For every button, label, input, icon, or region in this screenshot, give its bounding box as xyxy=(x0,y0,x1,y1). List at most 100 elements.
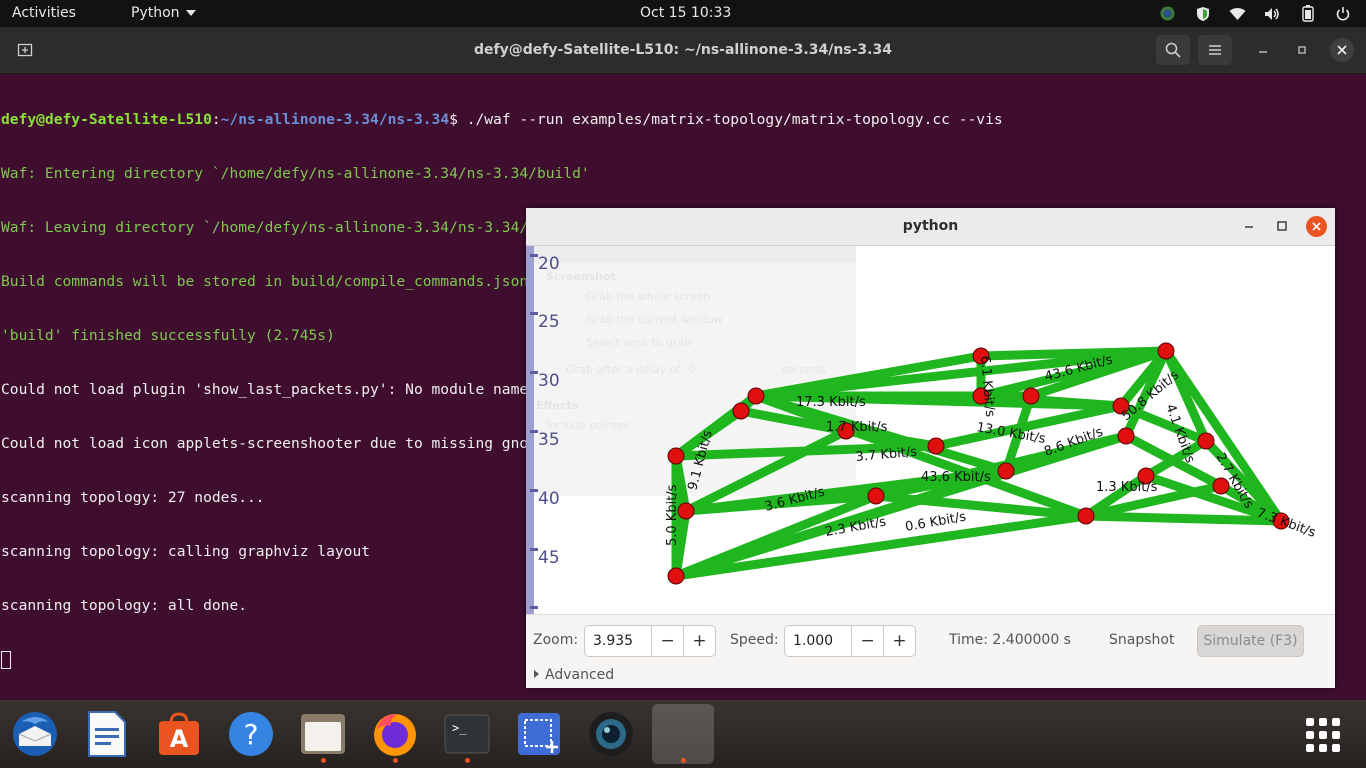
grid-dot xyxy=(1306,731,1314,739)
wifi-icon[interactable] xyxy=(1228,4,1247,23)
topology-node[interactable] xyxy=(677,502,695,520)
topology-node[interactable] xyxy=(1077,507,1095,525)
speed-label: Speed: xyxy=(730,632,779,648)
snapshot-button[interactable]: Snapshot xyxy=(1109,632,1174,648)
text-cursor xyxy=(1,651,11,669)
dock-terminal[interactable]: >_ xyxy=(436,704,498,764)
speed-spinner[interactable]: 1.000 − + xyxy=(784,625,916,657)
zoom-decrease-button[interactable]: − xyxy=(652,626,683,656)
output-line: Waf: Entering directory `/home/defy/ns-a… xyxy=(1,165,590,182)
simulate-button[interactable]: Simulate (F3) xyxy=(1197,625,1304,657)
topology-node[interactable] xyxy=(1197,432,1215,450)
dock: A ? >_ xyxy=(0,700,1366,768)
blank-app-icon xyxy=(660,711,706,757)
volume-icon[interactable] xyxy=(1263,4,1282,23)
topology-canvas[interactable]: Screenshot Grab the whole screen Grab th… xyxy=(526,246,1335,614)
zoom-increase-button[interactable]: + xyxy=(683,626,715,656)
new-tab-button[interactable] xyxy=(8,35,42,65)
color-wheel-icon[interactable] xyxy=(1158,4,1177,23)
py-close-button[interactable] xyxy=(1306,216,1327,237)
link-throughput-label: 9.1 Kbit/s xyxy=(685,429,715,492)
close-button[interactable] xyxy=(1330,38,1354,62)
svg-text:A: A xyxy=(170,725,189,753)
maximize-icon xyxy=(1298,46,1306,54)
python-visualizer-window: python Screenshot Grab the whole screen … xyxy=(526,208,1335,688)
link-throughput-label: 1.7 Kbit/s xyxy=(826,420,888,435)
dock-software[interactable]: A xyxy=(148,704,210,764)
advanced-label: Advanced xyxy=(545,667,615,683)
app-menu[interactable]: Python xyxy=(131,0,196,27)
minimize-icon xyxy=(1259,51,1267,53)
topology-node[interactable] xyxy=(667,567,685,585)
py-minimize-button[interactable] xyxy=(1240,216,1258,236)
dock-firefox[interactable] xyxy=(364,704,426,764)
link-throughput-label: 17.3 Kbit/s xyxy=(796,395,866,410)
topology-node[interactable] xyxy=(667,447,685,465)
topology-node[interactable] xyxy=(1157,342,1175,360)
dock-thunderbird[interactable] xyxy=(4,704,66,764)
topology-node[interactable] xyxy=(747,387,765,405)
dock-help[interactable]: ? xyxy=(220,704,282,764)
chevron-down-icon xyxy=(185,10,196,16)
topology-node[interactable] xyxy=(927,437,945,455)
zoom-label: Zoom: xyxy=(533,632,579,648)
topology-node[interactable] xyxy=(867,487,885,505)
hamburger-icon xyxy=(1209,45,1221,55)
svg-text:?: ? xyxy=(244,718,259,751)
link-throughput-label: 5.0 Kbit/s xyxy=(665,484,680,546)
dock-camera[interactable] xyxy=(580,704,642,764)
grid-dot xyxy=(1306,744,1314,752)
network-topology-graph[interactable]: 17.3 Kbit/s 1.7 Kbit/s 43.6 Kbit/s 3.6 Kbit… xyxy=(526,246,1335,614)
speed-decrease-button[interactable]: − xyxy=(852,626,883,656)
grid-dot xyxy=(1332,744,1340,752)
dock-files[interactable] xyxy=(292,704,354,764)
firefox-icon xyxy=(374,714,416,756)
screenshot-icon xyxy=(518,713,560,755)
speed-value[interactable]: 1.000 xyxy=(785,626,853,656)
maximize-button[interactable] xyxy=(1291,35,1313,65)
system-tray[interactable] xyxy=(1142,4,1352,23)
dock-writer[interactable] xyxy=(76,704,138,764)
dock-python-app[interactable] xyxy=(652,704,714,764)
link-throughput-label: 1.3 Kbit/s xyxy=(1096,480,1158,495)
running-indicator xyxy=(321,758,326,763)
py-maximize-button[interactable] xyxy=(1273,216,1291,236)
topology-node[interactable] xyxy=(997,462,1015,480)
running-indicator xyxy=(681,758,686,763)
command-text: ./waf --run examples/matrix-topology/mat… xyxy=(466,111,1003,128)
command-line: defy@defy-Satellite-L510:~/ns-allinone-3… xyxy=(1,111,1003,129)
show-applications-button[interactable] xyxy=(1300,712,1346,758)
grid-dot xyxy=(1306,718,1314,726)
topology-node[interactable] xyxy=(732,402,750,420)
menu-button[interactable] xyxy=(1198,35,1232,65)
minimize-icon xyxy=(1245,226,1253,228)
topology-node[interactable] xyxy=(1022,387,1040,405)
close-icon xyxy=(1337,45,1347,55)
search-icon xyxy=(1165,42,1181,58)
topology-node[interactable] xyxy=(1117,427,1135,445)
shield-icon[interactable] xyxy=(1193,4,1212,23)
time-display: Time: 2.400000 s xyxy=(949,632,1071,648)
help-icon: ? xyxy=(229,712,273,756)
speed-increase-button[interactable]: + xyxy=(883,626,915,656)
prompt-path: ~/ns-allinone-3.34/ns-3.34 xyxy=(220,111,450,128)
new-tab-icon xyxy=(17,43,33,57)
link-throughput-label: 43.6 Kbit/s xyxy=(921,470,991,485)
app-menu-label: Python xyxy=(131,5,180,21)
power-icon[interactable] xyxy=(1333,4,1352,23)
zoom-value[interactable]: 3.935 xyxy=(585,626,653,656)
clock[interactable]: Oct 15 10:33 xyxy=(640,0,731,27)
maximize-icon xyxy=(1277,221,1287,231)
topology-link xyxy=(976,346,1171,361)
zoom-spinner[interactable]: 3.935 − + xyxy=(584,625,716,657)
activities-button[interactable]: Activities xyxy=(12,0,76,27)
advanced-expander[interactable]: Advanced xyxy=(534,667,614,683)
minimize-button[interactable] xyxy=(1252,35,1274,65)
grid-dot xyxy=(1319,744,1327,752)
terminal-icon: >_ xyxy=(444,714,490,754)
battery-icon[interactable] xyxy=(1298,4,1317,23)
search-button[interactable] xyxy=(1156,35,1190,65)
dock-screenshot[interactable] xyxy=(508,704,570,764)
link-throughput-label: 6.1 Kbit/s xyxy=(977,355,997,418)
visualizer-controls: Zoom: 3.935 − + Speed: 1.000 − + Time: 2… xyxy=(526,614,1335,688)
